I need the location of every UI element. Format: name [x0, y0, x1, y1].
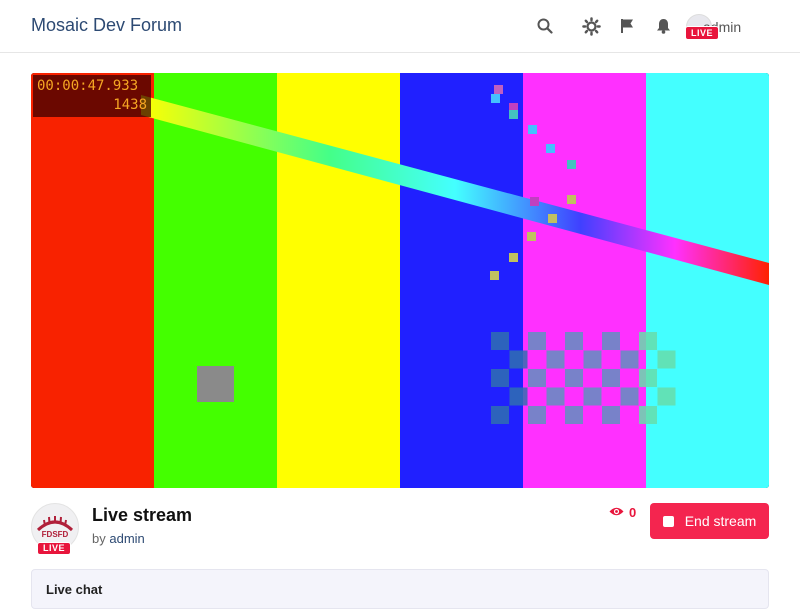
checker-tile: [546, 387, 565, 406]
noise-square: [567, 195, 576, 204]
color-bar: [31, 73, 155, 488]
color-bar: [400, 73, 524, 488]
end-stream-label: End stream: [684, 513, 757, 529]
checker-tile: [528, 332, 546, 350]
noise-square: [530, 197, 539, 206]
noise-square: [567, 160, 576, 169]
user-live-badge: LIVE: [685, 26, 720, 40]
flag-icon[interactable]: [617, 16, 637, 36]
checker-tile: [602, 406, 620, 424]
viewer-count: 0: [609, 505, 636, 520]
noise-square: [528, 125, 537, 134]
checker-tile: [491, 332, 509, 350]
noise-square: [491, 94, 500, 103]
color-bar: [277, 73, 401, 488]
channel-live-badge: LIVE: [37, 542, 72, 555]
timecode: 00:00:47.933: [37, 78, 139, 94]
checker-tile: [657, 387, 676, 406]
checker-tile: [602, 369, 620, 387]
checker-tile: [528, 406, 546, 424]
checker-tile: [528, 369, 546, 387]
checker-tile: [639, 369, 657, 387]
channel-avatar-text: FDSFD: [42, 530, 69, 539]
checker-tile: [565, 406, 583, 424]
bell-icon[interactable]: [653, 16, 673, 36]
noise-square: [509, 253, 518, 262]
checker-tile: [565, 332, 583, 350]
noise-square: [490, 271, 499, 280]
color-bar: [523, 73, 647, 488]
checker-tile: [546, 350, 565, 369]
viewer-count-value: 0: [629, 505, 637, 520]
noise-square: [548, 214, 557, 223]
gray-square: [197, 366, 234, 402]
checker-tile: [509, 350, 528, 369]
end-stream-button[interactable]: End stream: [650, 503, 769, 539]
stream-title: Live stream: [92, 505, 193, 525]
checker-tile: [620, 350, 639, 369]
video-player[interactable]: 00:00:47.933 1438: [31, 73, 769, 488]
noise-square: [509, 110, 518, 119]
checker-tile: [657, 350, 676, 369]
theme-icon[interactable]: [581, 16, 601, 36]
checker-tile: [620, 387, 639, 406]
checker-tile: [602, 332, 620, 350]
timecode-overlay: 00:00:47.933 1438: [33, 75, 151, 117]
checker-tile: [491, 406, 509, 424]
chat-title: Live chat: [46, 582, 103, 597]
checker-tile: [639, 332, 657, 350]
by-label: by: [92, 531, 106, 546]
author-link[interactable]: admin: [109, 531, 144, 546]
noise-square: [494, 85, 503, 94]
checker-tile: [509, 387, 528, 406]
frame-counter: 1438: [113, 97, 147, 113]
checker-tile: [583, 387, 602, 406]
checker-tile: [491, 369, 509, 387]
stop-icon: [662, 515, 674, 527]
checker-tile: [639, 406, 657, 424]
color-bar: [646, 73, 769, 488]
live-chat-panel: Live chat: [31, 569, 769, 609]
search-icon[interactable]: [535, 16, 555, 36]
checker-tile: [565, 369, 583, 387]
noise-square: [527, 232, 536, 241]
eye-icon: [609, 505, 624, 520]
test-pattern: [31, 73, 769, 488]
noise-square: [546, 144, 555, 153]
checker-tile: [583, 350, 602, 369]
site-title[interactable]: Mosaic Dev Forum: [31, 15, 182, 36]
stream-byline: by admin: [92, 531, 145, 546]
top-header: Mosaic Dev Forum admin LIVE: [0, 0, 800, 53]
